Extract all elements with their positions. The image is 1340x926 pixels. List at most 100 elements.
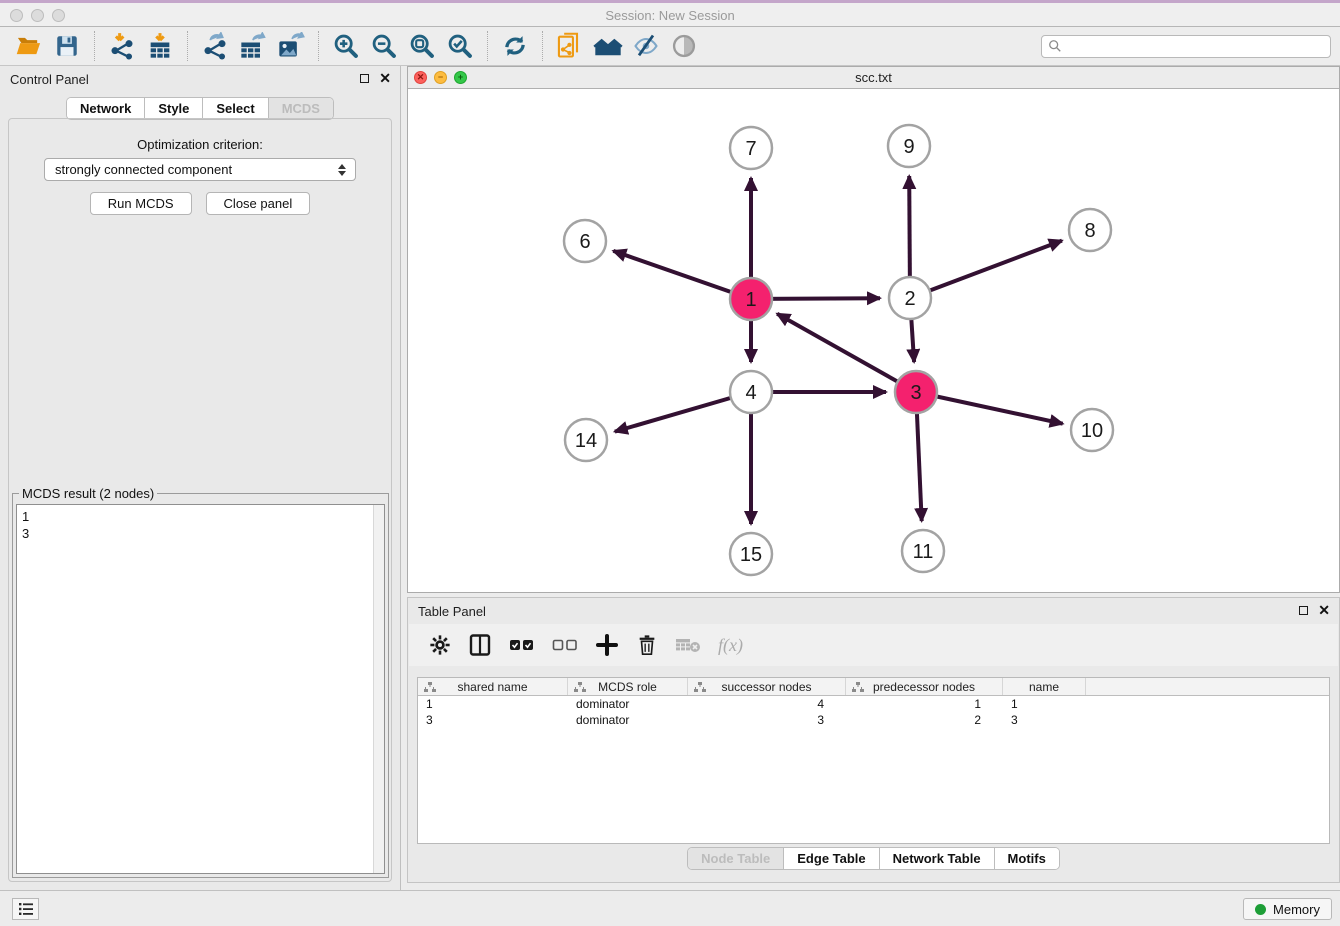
column-tree-icon: [694, 681, 706, 693]
table-cell[interactable]: 1: [846, 697, 1003, 711]
new-network-icon[interactable]: [551, 29, 589, 63]
zoom-selected-icon[interactable]: [441, 29, 479, 63]
tab-select[interactable]: Select: [203, 98, 268, 119]
node-11[interactable]: 11: [902, 530, 944, 572]
tab-network-table[interactable]: Network Table: [880, 848, 995, 869]
close-panel-button[interactable]: Close panel: [206, 192, 311, 215]
hide-selected-icon[interactable]: [627, 29, 665, 63]
mcds-result-title: MCDS result (2 nodes): [19, 486, 157, 501]
network-view-window: ✕ − + scc.txt 7968124314101511: [407, 66, 1340, 593]
column-label: name: [1029, 680, 1059, 694]
settings-gear-icon[interactable]: [429, 634, 451, 656]
node-label: 4: [745, 382, 756, 404]
float-table-panel-icon[interactable]: [1299, 606, 1308, 615]
column-header-name[interactable]: name: [1003, 678, 1086, 695]
edge-3-1[interactable]: [777, 314, 916, 392]
import-table-icon[interactable]: [141, 29, 179, 63]
search-box: [1041, 35, 1331, 58]
export-network-icon[interactable]: [196, 29, 234, 63]
result-scrollbar[interactable]: [373, 505, 384, 873]
node-9[interactable]: 9: [888, 125, 930, 167]
control-panel-tabs: NetworkStyleSelectMCDS: [66, 97, 334, 120]
table-cell[interactable]: 2: [846, 713, 1003, 727]
mcds-result-text[interactable]: 1 3: [17, 505, 373, 873]
node-table: shared name MCDS role successor nodesprede…: [417, 677, 1330, 844]
table-cell[interactable]: 1: [418, 697, 568, 711]
table-cell[interactable]: 3: [688, 713, 846, 727]
function-builder-icon[interactable]: f(x): [718, 635, 743, 656]
node-label: 2: [904, 288, 915, 310]
node-label: 1: [745, 289, 756, 311]
zoom-in-icon[interactable]: [327, 29, 365, 63]
close-panel-icon[interactable]: ✕: [379, 73, 391, 83]
close-table-panel-icon[interactable]: ✕: [1318, 605, 1330, 615]
delete-columns-icon[interactable]: [636, 633, 658, 657]
edge-3-10[interactable]: [916, 392, 1063, 424]
task-history-button[interactable]: [12, 898, 39, 920]
zoom-fit-icon[interactable]: [403, 29, 441, 63]
column-header-predecessor-nodes[interactable]: predecessor nodes: [846, 678, 1003, 695]
tab-motifs[interactable]: Motifs: [995, 848, 1059, 869]
node-label: 10: [1081, 420, 1103, 442]
tab-edge-table[interactable]: Edge Table: [784, 848, 879, 869]
node-10[interactable]: 10: [1071, 409, 1113, 451]
node-6[interactable]: 6: [564, 220, 606, 262]
node-3[interactable]: 3: [895, 371, 937, 413]
toolbar-separator: [487, 31, 488, 61]
add-column-icon[interactable]: [595, 633, 619, 657]
first-neighbors-icon[interactable]: [589, 29, 627, 63]
show-all-icon[interactable]: [665, 29, 703, 63]
memory-button[interactable]: Memory: [1243, 898, 1332, 920]
table-cell[interactable]: dominator: [568, 697, 688, 711]
toggle-panel-icon[interactable]: [468, 633, 492, 657]
table-row: 3dominator323: [418, 712, 1329, 728]
optimization-criterion-select[interactable]: strongly connected component: [44, 158, 356, 181]
select-all-icon[interactable]: [509, 635, 535, 655]
search-input[interactable]: [1066, 39, 1324, 54]
node-15[interactable]: 15: [730, 533, 772, 575]
node-1[interactable]: 1: [730, 278, 772, 320]
table-cell[interactable]: 1: [1003, 697, 1086, 711]
export-table-icon[interactable]: [234, 29, 272, 63]
mcds-result-group: MCDS result (2 nodes) 1 3: [12, 493, 389, 878]
node-label: 6: [579, 231, 590, 253]
open-session-icon[interactable]: [10, 29, 48, 63]
network-zoom-button[interactable]: +: [454, 71, 467, 84]
column-tree-icon: [424, 681, 436, 693]
zoom-out-icon[interactable]: [365, 29, 403, 63]
table-row: 1dominator411: [418, 696, 1329, 712]
export-image-icon[interactable]: [272, 29, 310, 63]
app-title: Session: New Session: [0, 8, 1340, 23]
apply-layout-icon[interactable]: [496, 29, 534, 63]
tab-style[interactable]: Style: [145, 98, 203, 119]
tab-mcds[interactable]: MCDS: [269, 98, 333, 119]
edge-2-8[interactable]: [910, 241, 1062, 298]
save-session-icon[interactable]: [48, 29, 86, 63]
node-14[interactable]: 14: [565, 419, 607, 461]
run-mcds-button[interactable]: Run MCDS: [90, 192, 192, 215]
network-minimize-button[interactable]: −: [434, 71, 447, 84]
node-2[interactable]: 2: [889, 277, 931, 319]
network-canvas[interactable]: 7 9 6 8 1 2 4 3 14 10 15 11: [408, 90, 1339, 592]
node-7[interactable]: 7: [730, 127, 772, 169]
network-close-button[interactable]: ✕: [414, 71, 427, 84]
float-panel-icon[interactable]: [360, 74, 369, 83]
column-label: MCDS role: [598, 680, 657, 694]
tab-node-table[interactable]: Node Table: [688, 848, 784, 869]
node-4[interactable]: 4: [730, 371, 772, 413]
import-network-icon[interactable]: [103, 29, 141, 63]
column-header-MCDS-role[interactable]: MCDS role: [568, 678, 688, 695]
toolbar-separator: [187, 31, 188, 61]
table-cell[interactable]: 3: [418, 713, 568, 727]
node-8[interactable]: 8: [1069, 209, 1111, 251]
node-label: 7: [745, 138, 756, 160]
tab-network[interactable]: Network: [67, 98, 145, 119]
deselect-all-icon[interactable]: [552, 635, 578, 655]
column-header-successor-nodes[interactable]: successor nodes: [688, 678, 846, 695]
status-bar: Memory: [0, 890, 1340, 926]
table-cell[interactable]: 3: [1003, 713, 1086, 727]
delete-table-icon[interactable]: [675, 635, 701, 655]
column-header-shared-name[interactable]: shared name: [418, 678, 568, 695]
table-cell[interactable]: dominator: [568, 713, 688, 727]
table-cell[interactable]: 4: [688, 697, 846, 711]
